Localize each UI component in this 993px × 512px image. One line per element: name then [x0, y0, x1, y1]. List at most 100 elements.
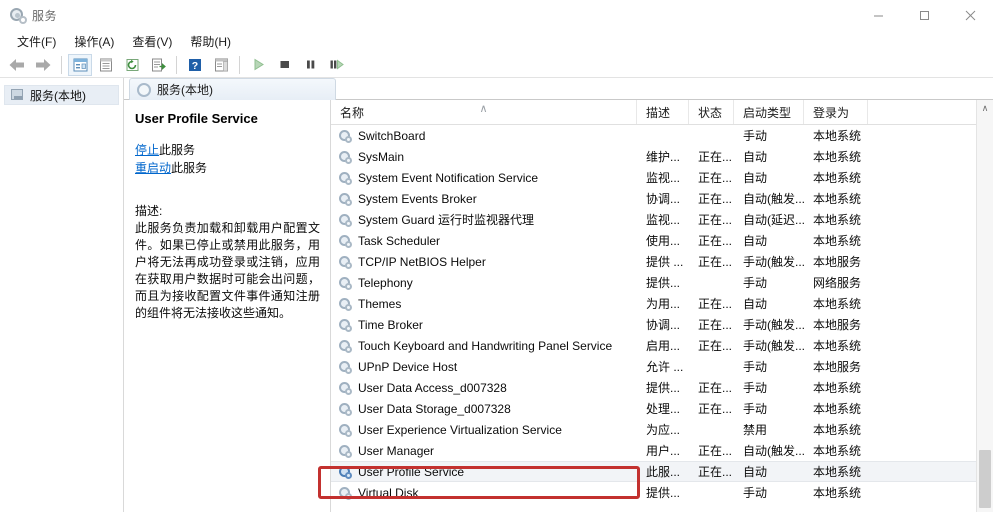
menu-file[interactable]: 文件(F): [8, 31, 65, 52]
table-row[interactable]: TCP/IP NetBIOS Helper 提供 ... 正在... 手动(触发...…: [331, 251, 993, 272]
table-row[interactable]: Touch Keyboard and Handwriting Panel Ser…: [331, 335, 993, 356]
table-row[interactable]: System Guard 运行时监视器代理 监视... 正在... 自动(延迟... 本…: [331, 209, 993, 230]
help-button[interactable]: ?: [183, 54, 207, 76]
minimize-button[interactable]: [855, 0, 901, 30]
cell-description: 提供...: [646, 381, 681, 395]
table-row[interactable]: UPnP Device Host 允许 ... 手动 本地服务: [331, 356, 993, 377]
help-icon: ?: [189, 58, 201, 72]
services-list-rows: SwitchBoard 手动 本地系统 SysMain 维护... 正在... 自动 本地系统…: [331, 125, 993, 512]
cell-description: 协调...: [646, 192, 681, 206]
cell-service-name: User Manager: [331, 444, 637, 458]
table-row[interactable]: Themes 为用... 正在... 自动 本地系统: [331, 293, 993, 314]
table-row[interactable]: SwitchBoard 手动 本地系统: [331, 125, 993, 146]
service-name-label: User Data Access_d007328: [358, 380, 507, 395]
refresh-button[interactable]: [120, 54, 144, 76]
cell-service-name: System Event Notification Service: [331, 171, 637, 185]
table-row[interactable]: System Event Notification Service 监视... 正在…: [331, 167, 993, 188]
services-node-icon: [10, 88, 25, 102]
menu-action[interactable]: 操作(A): [65, 31, 123, 52]
cell-log-on-as: 本地系统: [813, 129, 862, 143]
menu-view[interactable]: 查看(V): [123, 31, 181, 52]
stop-service-link-suffix: 此服务: [159, 142, 196, 157]
close-icon: [965, 10, 975, 20]
column-header-startup-type[interactable]: 启动类型: [734, 100, 804, 124]
cell-description: 提供 ...: [646, 255, 684, 269]
scrollbar-thumb[interactable]: [979, 450, 991, 508]
cell-service-name: User Data Access_d007328: [331, 381, 637, 395]
column-header-filler: [868, 100, 993, 124]
service-cog-icon: [338, 276, 352, 290]
table-row[interactable]: System Events Broker 协调... 正在... 自动(触发... 本地…: [331, 188, 993, 209]
service-cog-icon: [338, 150, 352, 164]
cell-startup-type: 手动: [743, 129, 768, 143]
cell-description: 用户...: [646, 444, 681, 458]
tree-node-services-local[interactable]: 服务(本地): [4, 85, 119, 105]
column-header-status[interactable]: 状态: [689, 100, 734, 124]
restart-icon: [330, 59, 344, 70]
pause-icon: [306, 60, 314, 69]
cell-status: 正在...: [698, 318, 733, 332]
service-cog-icon: [338, 486, 352, 500]
scrollbar-track[interactable]: [977, 117, 993, 512]
cell-startup-type: 自动(触发...: [743, 444, 804, 458]
table-row[interactable]: User Manager 用户... 正在... 自动(触发... 本地系统: [331, 440, 993, 461]
forward-button[interactable]: [31, 54, 55, 76]
table-row[interactable]: Virtual Disk 提供... 手动 本地系统: [331, 482, 993, 503]
scroll-up-button[interactable]: ∧: [977, 100, 993, 117]
cell-service-name: System Events Broker: [331, 192, 637, 206]
stop-service-button[interactable]: [272, 54, 296, 76]
maximize-icon: [919, 10, 929, 20]
cell-log-on-as: 本地服务: [813, 360, 862, 374]
service-cog-icon: [338, 444, 352, 458]
service-name-label: User Experience Virtualization Service: [358, 422, 562, 437]
cell-status: 正在...: [698, 171, 733, 185]
stop-service-link[interactable]: 停止: [135, 143, 159, 157]
close-button[interactable]: [947, 0, 993, 30]
service-name-label: Themes: [358, 296, 402, 311]
menu-help[interactable]: 帮助(H): [181, 31, 240, 52]
export-list-button[interactable]: [146, 54, 170, 76]
service-cog-icon: [338, 129, 352, 143]
service-name-label: Task Scheduler: [358, 233, 441, 248]
table-row[interactable]: SysMain 维护... 正在... 自动 本地系统: [331, 146, 993, 167]
column-header-description[interactable]: 描述: [637, 100, 689, 124]
table-row-selected[interactable]: User Profile Service 此服... 正在... 自动 本地系统: [331, 461, 993, 482]
table-row[interactable]: Telephony 提供... 手动 网络服务: [331, 272, 993, 293]
table-row[interactable]: Time Broker 协调... 正在... 手动(触发... 本地服务: [331, 314, 993, 335]
content-pane: 服务(本地) User Profile Service 停止此服务 重启动此服务…: [124, 78, 993, 512]
description-label: 描述:: [135, 203, 163, 218]
cell-startup-type: 手动: [743, 402, 768, 416]
table-row[interactable]: User Data Storage_d007328 处理... 正在... 手动 本地系…: [331, 398, 993, 419]
description-text: 此服务负责加载和卸载用户配置文件。如果已停止或禁用此服务，用户将无法再成功登录或…: [135, 220, 320, 320]
window-body: 服务(本地) 服务(本地) User Profile Service 停止此服务: [0, 78, 993, 512]
service-cog-icon: [338, 318, 352, 332]
cell-log-on-as: 本地系统: [813, 297, 862, 311]
table-row[interactable]: User Data Access_d007328 提供... 正在... 手动 本地系统: [331, 377, 993, 398]
panes: User Profile Service 停止此服务 重启动此服务 描述: 此服…: [124, 100, 993, 512]
cell-startup-type: 自动(延迟...: [743, 213, 804, 227]
restart-service-button[interactable]: [324, 54, 348, 76]
show-action-pane-button[interactable]: [209, 54, 233, 76]
cell-status: 正在...: [698, 402, 733, 416]
list-vertical-scrollbar[interactable]: ∧: [976, 100, 993, 512]
pause-service-button[interactable]: [298, 54, 322, 76]
column-header-name[interactable]: 名称 ∧: [331, 100, 637, 124]
show-hide-tree-button[interactable]: [68, 53, 92, 76]
tab-services-local[interactable]: 服务(本地): [129, 78, 336, 100]
start-service-button[interactable]: [246, 54, 270, 76]
services-window: 服务 文件(F) 操作(A) 查看(V) 帮助(H) ? 服务(本地) 服务(本…: [0, 0, 993, 512]
restart-service-link[interactable]: 重启动: [135, 161, 171, 175]
table-row[interactable]: Task Scheduler 使用... 正在... 自动 本地系统: [331, 230, 993, 251]
tree-node-label: 服务(本地): [30, 88, 86, 103]
maximize-button[interactable]: [901, 0, 947, 30]
cell-status: 正在...: [698, 150, 733, 164]
table-row[interactable]: User Experience Virtualization Service 为应…: [331, 419, 993, 440]
column-header-log-on-as[interactable]: 登录为: [804, 100, 868, 124]
properties-button[interactable]: [94, 54, 118, 76]
cell-service-name: UPnP Device Host: [331, 360, 637, 374]
svg-text:?: ?: [192, 60, 198, 72]
service-name-label: SysMain: [358, 149, 405, 164]
cell-status: 正在...: [698, 255, 733, 269]
back-button[interactable]: [5, 54, 29, 76]
service-name-label: Time Broker: [358, 317, 423, 332]
